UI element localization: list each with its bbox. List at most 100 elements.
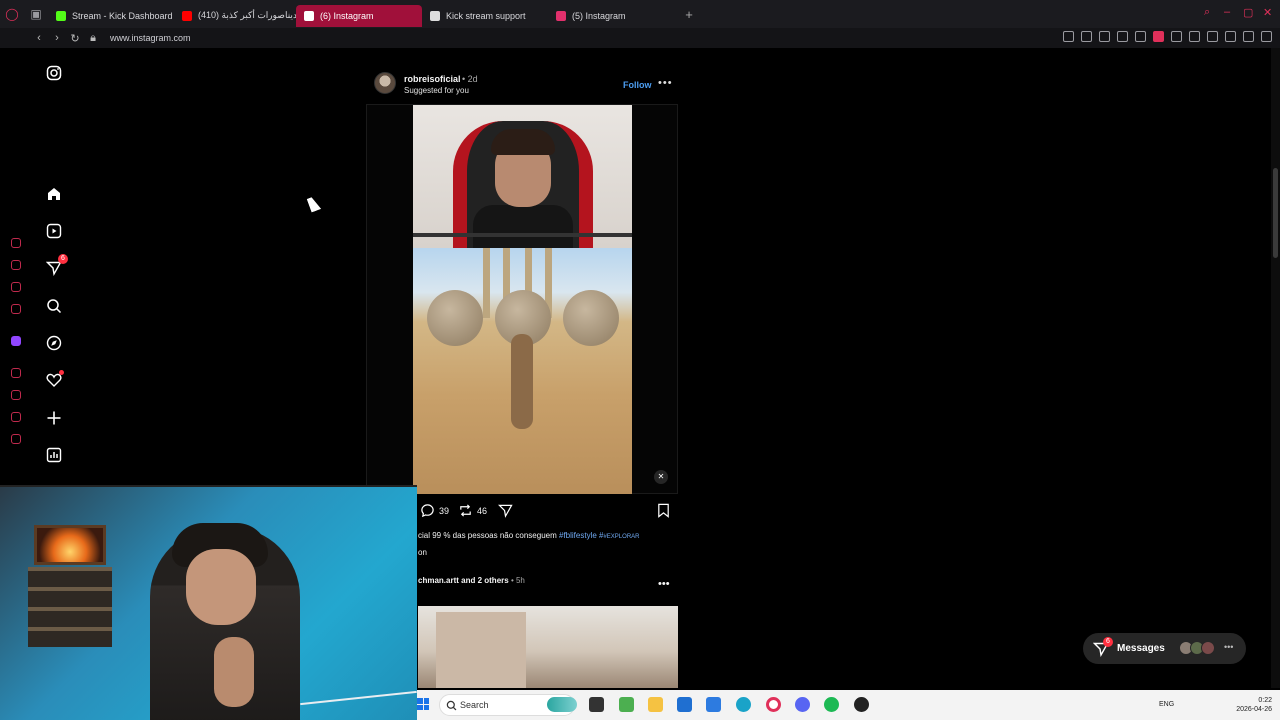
toolbar-icons (1063, 31, 1272, 42)
tab-label: الديناصورات أكبر كذبة (410) (198, 10, 296, 20)
vpn-icon[interactable] (1153, 31, 1164, 42)
windows-taskbar: Search ENG 0:22 2026-04-26 (417, 690, 1280, 720)
caption-hashtag-2[interactable]: #EXPLORAR (603, 534, 639, 540)
sidebar-pinboard-icon[interactable] (11, 412, 21, 422)
post-actions: 39 46 (418, 503, 678, 519)
edge-icon[interactable] (736, 697, 751, 712)
post-2-username[interactable]: chman.artt (418, 576, 459, 585)
tab-kick-support[interactable]: Kick stream support (422, 5, 548, 27)
back-icon[interactable]: ‹ (30, 32, 48, 44)
sidebar-workspace-icon[interactable] (11, 260, 21, 270)
extensions-icon[interactable] (1171, 31, 1182, 42)
page-scrollbar[interactable] (1271, 48, 1280, 688)
comment-action[interactable]: 39 (420, 503, 449, 518)
play-icon[interactable] (1117, 31, 1128, 42)
shirt (473, 205, 573, 248)
share-action[interactable] (498, 503, 513, 518)
file-explorer-icon[interactable] (648, 697, 663, 712)
post-2-others[interactable]: and 2 others (461, 576, 509, 585)
fish-widget-icon[interactable] (547, 697, 577, 712)
create-plus-icon[interactable] (46, 410, 62, 426)
instagram-nav: 6 (30, 48, 78, 488)
search-tabs-icon[interactable]: ⌕ (1204, 6, 1210, 19)
tab-overview-icon[interactable]: ▣ (24, 0, 48, 28)
explore-icon[interactable] (46, 335, 62, 351)
mute-icon[interactable]: ✕ (654, 470, 668, 484)
notifications-heart-icon[interactable] (46, 370, 64, 388)
more-options-button[interactable]: ••• (658, 77, 673, 89)
avatar[interactable] (374, 72, 396, 94)
post-2-more-button[interactable]: ••• (658, 578, 670, 590)
minimize-button[interactable]: – (1224, 6, 1230, 18)
messages-badge: 6 (1103, 637, 1113, 647)
comment-icon (421, 504, 434, 518)
repost-count: 46 (477, 505, 488, 516)
tab-label: (6) Instagram (320, 10, 374, 21)
post-2-image[interactable] (418, 606, 678, 688)
character (511, 334, 533, 429)
tab-label: (5) Instagram (572, 10, 626, 21)
sidebar-history-icon[interactable] (11, 390, 21, 400)
tab-instagram-2[interactable]: (5) Instagram (548, 5, 674, 27)
reload-icon[interactable]: ↻ (66, 32, 84, 45)
app-icon[interactable] (854, 697, 869, 712)
streamer-hand (214, 637, 254, 707)
search-icon[interactable] (46, 298, 62, 314)
wallet-icon[interactable] (1189, 31, 1200, 42)
sidebar-aria-icon[interactable] (11, 238, 21, 248)
sidebar-messenger-icon[interactable] (11, 282, 21, 292)
language-indicator[interactable]: ENG (1159, 701, 1174, 708)
new-tab-button[interactable]: + (678, 7, 700, 22)
store-icon[interactable] (677, 697, 692, 712)
hair (491, 129, 555, 155)
reels-icon[interactable] (46, 223, 62, 239)
clock[interactable]: 0:22 2026-04-26 (1236, 696, 1272, 714)
close-window-button[interactable]: ✕ (1263, 6, 1272, 19)
account-icon[interactable] (1207, 31, 1218, 42)
save-action[interactable] (656, 503, 671, 518)
home-icon[interactable] (46, 186, 62, 202)
messages-nav-icon[interactable]: 6 (46, 254, 68, 276)
instagram-logo-icon[interactable] (46, 65, 62, 81)
opera-icon[interactable] (766, 697, 781, 712)
instagram-icon (556, 10, 566, 21)
repost-action[interactable]: 46 (458, 503, 487, 518)
ai-icon[interactable] (1243, 31, 1254, 42)
discord-icon[interactable] (795, 697, 810, 712)
spotify-icon[interactable] (824, 697, 839, 712)
post-caption: cial 99 % das pessoas não conseguem #fbl… (418, 528, 678, 561)
post-username[interactable]: robreisoficial (404, 74, 461, 84)
opera-menu-icon[interactable]: ◯ (0, 0, 24, 28)
fireplace-screen (34, 525, 106, 565)
messages-button[interactable]: 6 Messages ••• (1083, 633, 1246, 664)
widgets-icon[interactable] (619, 697, 634, 712)
stone-ball (563, 290, 619, 346)
maximize-button[interactable]: ▢ (1243, 6, 1253, 19)
shield-icon[interactable] (1099, 31, 1110, 42)
sidebar-twitch-icon[interactable] (11, 336, 21, 346)
sidebar-twitter-icon[interactable] (11, 304, 21, 314)
scrollbar-thumb[interactable] (1273, 168, 1278, 258)
windows-start-icon[interactable] (417, 698, 429, 710)
snapshot-icon[interactable] (1081, 31, 1092, 42)
dashboard-icon[interactable] (46, 447, 62, 463)
tab-youtube[interactable]: الديناصورات أكبر كذبة (410) (174, 5, 296, 27)
sidebar-player-icon[interactable] (11, 368, 21, 378)
microphone-arm (413, 233, 632, 237)
tab-kick-dashboard[interactable]: Stream - Kick Dashboard (48, 5, 174, 27)
tab-instagram-active[interactable]: (6) Instagram (296, 4, 422, 27)
clock-date: 2026-04-26 (1236, 706, 1272, 713)
outlook-icon[interactable] (706, 697, 721, 712)
heart-icon[interactable] (1135, 31, 1146, 42)
forward-icon[interactable]: › (48, 32, 66, 44)
caption-hashtag[interactable]: #fblifestyle # (559, 531, 603, 540)
sidebar-settings-icon[interactable] (11, 434, 21, 444)
pin-icon[interactable] (1063, 31, 1074, 42)
post-header: robreisoficial • 2d Suggested for you Fo… (374, 72, 678, 100)
task-view-icon[interactable] (589, 697, 604, 712)
url-field[interactable]: www.instagram.com (110, 33, 191, 43)
post-video[interactable]: ✕ (366, 104, 678, 494)
follow-button[interactable]: Follow (623, 80, 652, 90)
download-icon[interactable] (1225, 31, 1236, 42)
easy-setup-icon[interactable] (1261, 31, 1272, 42)
